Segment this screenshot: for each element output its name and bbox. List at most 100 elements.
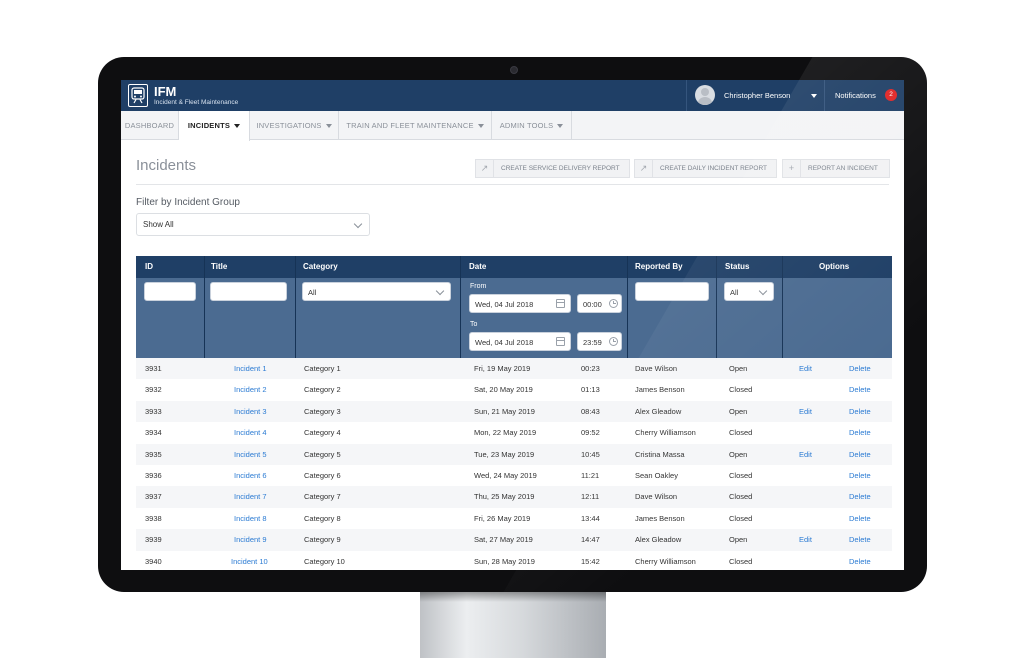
share-icon: ↗ xyxy=(635,160,653,177)
incident-link[interactable]: Incident 1 xyxy=(234,364,267,373)
delete-link[interactable]: Delete xyxy=(849,514,871,523)
brand-subtitle: Incident & Fleet Maintenance xyxy=(154,99,239,106)
tab-investigations[interactable]: INVESTIGATIONS xyxy=(250,111,339,140)
share-icon: ↗ xyxy=(476,160,494,177)
cell-category: Category 5 xyxy=(304,449,341,459)
edit-link[interactable]: Edit xyxy=(799,407,812,416)
cell-id: 3933 xyxy=(145,406,162,416)
create-service-delivery-report-button[interactable]: ↗ CREATE SERVICE DELIVERY REPORT xyxy=(475,159,630,178)
from-time-input[interactable]: 00:00 xyxy=(577,294,622,313)
calendar-icon[interactable] xyxy=(556,299,565,308)
incident-link[interactable]: Incident 9 xyxy=(234,535,267,544)
stand-shadow xyxy=(420,592,606,602)
delete-link[interactable]: Delete xyxy=(849,471,871,480)
delete-link[interactable]: Delete xyxy=(849,428,871,437)
create-daily-incident-report-button[interactable]: ↗ CREATE DAILY INCIDENT REPORT xyxy=(634,159,777,178)
cell-date: Fri, 19 May 2019 xyxy=(474,364,531,373)
incident-group-select[interactable]: Show All xyxy=(136,213,370,236)
column-divider xyxy=(782,256,783,358)
clock-icon[interactable] xyxy=(609,337,618,346)
notifications-button[interactable]: Notifications 2 xyxy=(824,80,904,111)
cell-category: Category 1 xyxy=(304,364,341,373)
user-menu[interactable]: Christopher Benson xyxy=(686,80,824,111)
report-an-incident-button[interactable]: + REPORT AN INCIDENT xyxy=(782,159,890,178)
cell-category: Category 2 xyxy=(304,385,341,395)
cell-reported-by: Cherry Williamson xyxy=(635,428,696,438)
table-row: 3940 Incident 10 Category 10 Sun, 28 May… xyxy=(136,551,892,570)
train-logo-icon xyxy=(128,84,148,107)
category-filter-select[interactable]: All xyxy=(302,282,451,301)
cell-time: 09:52 xyxy=(581,428,600,438)
incident-link[interactable]: Incident 3 xyxy=(234,407,267,416)
incident-link[interactable]: Incident 2 xyxy=(234,385,267,394)
column-divider xyxy=(204,256,205,358)
cell-time: 01:13 xyxy=(581,385,600,395)
select-value: All xyxy=(308,288,317,297)
from-date-input[interactable]: Wed, 04 Jul 2018 xyxy=(469,294,571,313)
caret-down-icon xyxy=(234,124,241,129)
plus-icon: + xyxy=(783,160,801,177)
cell-reported-by: Sean Oakley xyxy=(635,471,678,480)
table-row: 3932 Incident 2 Category 2 Sat, 20 May 2… xyxy=(136,379,892,400)
to-date-input[interactable]: Wed, 04 Jul 2018 xyxy=(469,332,571,351)
cell-id: 3938 xyxy=(145,513,162,523)
button-label: CREATE DAILY INCIDENT REPORT xyxy=(660,165,768,172)
tab-train-fleet-maintenance[interactable]: TRAIN AND FLEET MAINTENANCE xyxy=(339,111,492,140)
incident-link[interactable]: Incident 8 xyxy=(234,514,267,523)
column-header-options: Options xyxy=(819,262,850,271)
caret-down-icon xyxy=(557,124,564,129)
table-row: 3933 Incident 3 Category 3 Sun, 21 May 2… xyxy=(136,400,892,423)
edit-link[interactable]: Edit xyxy=(799,535,812,544)
column-header-category: Category xyxy=(303,262,338,271)
status-filter-select[interactable]: All xyxy=(724,282,774,301)
delete-link[interactable]: Delete xyxy=(849,407,871,416)
chevron-down-icon xyxy=(758,286,768,296)
calendar-icon[interactable] xyxy=(556,337,565,346)
delete-link[interactable]: Delete xyxy=(849,385,871,394)
clock-icon[interactable] xyxy=(609,299,618,308)
cell-date: Sun, 28 May 2019 xyxy=(474,556,535,566)
user-name: Christopher Benson xyxy=(724,91,791,100)
delete-link[interactable]: Delete xyxy=(849,364,871,373)
delete-link[interactable]: Delete xyxy=(849,535,871,544)
delete-link[interactable]: Delete xyxy=(849,557,871,566)
cell-status: Open xyxy=(729,364,748,373)
tab-label: INVESTIGATIONS xyxy=(256,121,322,130)
cell-status: Closed xyxy=(729,492,753,502)
tab-label: TRAIN AND FLEET MAINTENANCE xyxy=(346,121,474,130)
column-divider xyxy=(716,256,717,358)
delete-link[interactable]: Delete xyxy=(849,492,871,501)
incident-link[interactable]: Incident 10 xyxy=(231,557,268,566)
column-divider xyxy=(295,256,296,358)
title-filter-input[interactable] xyxy=(210,282,287,301)
monitor-frame: IFM Incident & Fleet Maintenance Christo… xyxy=(98,57,927,592)
cell-category: Category 8 xyxy=(304,513,341,523)
from-label: From xyxy=(470,283,487,290)
cell-category: Category 7 xyxy=(304,492,341,502)
cell-category: Category 9 xyxy=(304,535,341,545)
cell-time: 13:44 xyxy=(581,513,600,523)
cell-date: Wed, 24 May 2019 xyxy=(474,471,537,480)
edit-link[interactable]: Edit xyxy=(799,450,812,459)
incident-link[interactable]: Incident 7 xyxy=(234,492,267,501)
delete-link[interactable]: Delete xyxy=(849,450,871,459)
table-row: 3936 Incident 6 Category 6 Wed, 24 May 2… xyxy=(136,465,892,486)
incident-link[interactable]: Incident 5 xyxy=(234,450,267,459)
to-time-input[interactable]: 23:59 xyxy=(577,332,622,351)
cell-status: Open xyxy=(729,406,748,416)
incident-link[interactable]: Incident 4 xyxy=(234,428,267,437)
column-header-date: Date xyxy=(469,262,487,271)
notifications-label: Notifications xyxy=(835,91,876,100)
cell-status: Closed xyxy=(729,471,753,480)
cell-reported-by: Alex Gleadow xyxy=(635,406,682,416)
tab-dashboard[interactable]: DASHBOARD xyxy=(121,111,179,140)
tab-incidents[interactable]: INCIDENTS xyxy=(179,111,250,141)
edit-link[interactable]: Edit xyxy=(799,364,812,373)
filter-label: Filter by Incident Group xyxy=(136,197,240,208)
table-row: 3937 Incident 7 Category 7 Thu, 25 May 2… xyxy=(136,486,892,508)
incident-link[interactable]: Incident 6 xyxy=(234,471,267,480)
tab-admin-tools[interactable]: ADMIN TOOLS xyxy=(492,111,572,140)
reported-by-filter-input[interactable] xyxy=(635,282,709,301)
cell-date: Fri, 26 May 2019 xyxy=(474,513,531,523)
id-filter-input[interactable] xyxy=(144,282,196,301)
